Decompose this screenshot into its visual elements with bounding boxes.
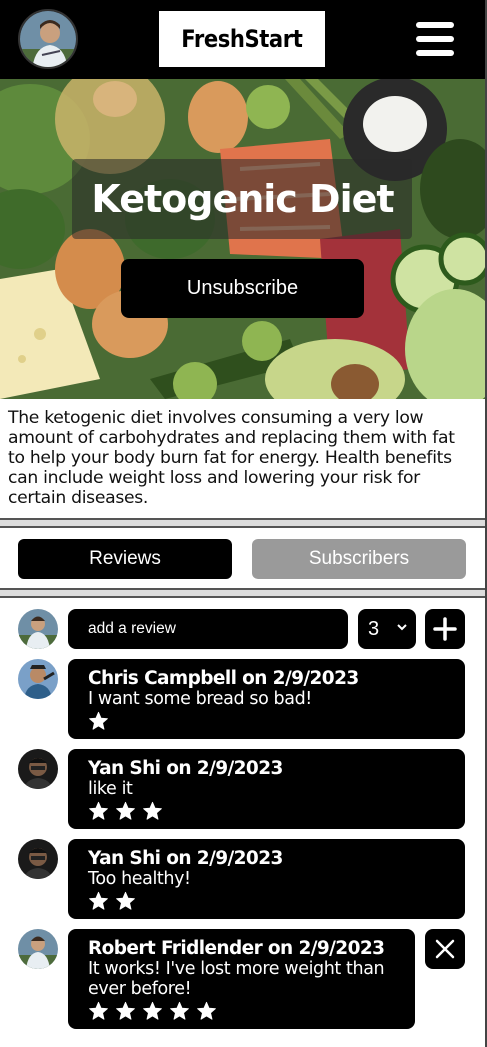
review-card: Chris Campbell on 2/9/2023 I want some b… <box>68 659 465 739</box>
unsubscribe-button[interactable]: Unsubscribe <box>121 259 364 318</box>
page-title: Ketogenic Diet <box>91 177 394 221</box>
review-card: Yan Shi on 2/9/2023 like it <box>68 749 465 829</box>
hamburger-menu-icon[interactable] <box>416 22 454 56</box>
diet-description: The ketogenic diet involves consuming a … <box>8 408 455 508</box>
reviewer-avatar <box>18 929 58 969</box>
section-divider <box>0 518 485 528</box>
star-icon <box>89 1001 108 1020</box>
review-card: Robert Fridlender on 2/9/2023 It works! … <box>68 929 415 1029</box>
star-icon <box>116 801 135 820</box>
food-background-image <box>0 79 485 399</box>
app-logo-text: FreshStart <box>181 25 303 53</box>
review-author: Yan Shi on 2/9/2023 <box>88 848 283 869</box>
review-author: Chris Campbell on 2/9/2023 <box>88 668 359 689</box>
review-text: It works! I've lost more weight than eve… <box>88 959 385 999</box>
star-icon <box>143 1001 162 1020</box>
tab-reviews[interactable]: Reviews <box>18 539 232 579</box>
reviewer-avatar <box>18 659 58 699</box>
plus-icon <box>433 617 457 641</box>
star-icon <box>170 1001 189 1020</box>
tab-subscribers[interactable]: Subscribers <box>252 539 466 579</box>
star-icon <box>89 711 108 730</box>
top-nav-bar: FreshStart <box>0 0 485 79</box>
review-author: Yan Shi on 2/9/2023 <box>88 758 283 779</box>
review-text: like it <box>88 779 133 799</box>
reviewer-avatar <box>18 839 58 879</box>
review-text: Too healthy! <box>88 869 191 889</box>
review-rating <box>88 1000 395 1022</box>
section-divider <box>0 588 485 598</box>
review-rating <box>88 890 445 912</box>
review-card: Yan Shi on 2/9/2023 Too healthy! <box>68 839 465 919</box>
review-author: Robert Fridlender on 2/9/2023 <box>88 938 385 959</box>
star-icon <box>89 801 108 820</box>
delete-review-button[interactable] <box>425 929 465 969</box>
reviewer-avatar <box>18 749 58 789</box>
close-x-icon <box>435 939 455 959</box>
current-user-avatar <box>18 609 58 649</box>
star-icon <box>143 801 162 820</box>
review-text: I want some bread so bad! <box>88 689 312 709</box>
rating-select[interactable]: 3 <box>358 609 416 649</box>
add-review-button[interactable] <box>425 609 465 649</box>
review-input[interactable]: add a review <box>68 609 348 649</box>
chevron-down-icon <box>397 624 407 631</box>
review-rating <box>88 800 445 822</box>
star-icon <box>197 1001 216 1020</box>
hero-banner: Ketogenic Diet Unsubscribe <box>0 79 485 399</box>
star-icon <box>89 891 108 910</box>
rating-select-value: 3 <box>368 617 380 640</box>
star-icon <box>116 1001 135 1020</box>
review-rating <box>88 710 445 732</box>
user-avatar[interactable] <box>18 9 78 69</box>
app-frame: FreshStart Ketogenic Diet Unsubscribe Th… <box>0 0 487 1047</box>
star-icon <box>116 891 135 910</box>
app-logo[interactable]: FreshStart <box>159 11 325 67</box>
